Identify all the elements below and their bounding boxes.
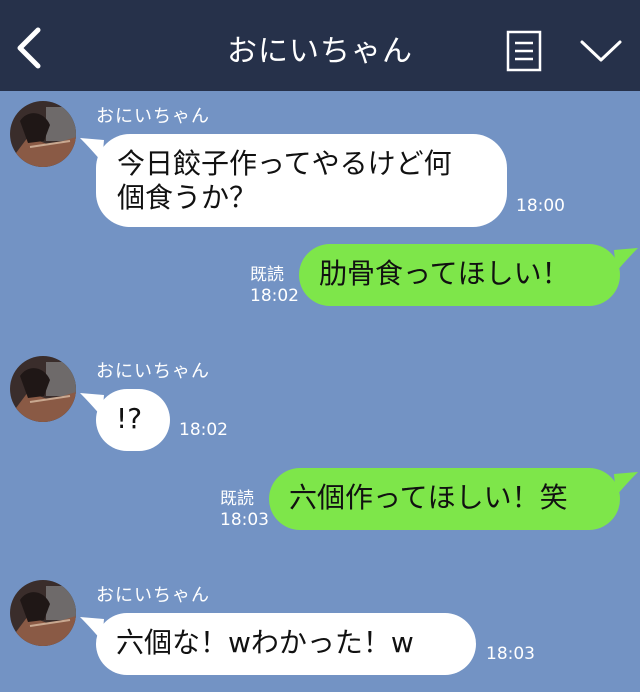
message-text: 肋骨食ってほしい！ [319,257,570,290]
message-text: !? [116,402,143,435]
message-time: 18:00 [516,196,565,216]
message-text: 今日餃子作ってやるけど何 個食うか？ [117,147,452,214]
avatar-photo-icon [10,356,76,422]
avatar[interactable] [10,356,76,422]
message-time: 18:03 [486,644,535,664]
message-bubble[interactable]: 今日餃子作ってやるけど何 個食うか？ [80,134,507,227]
bubble-tail [80,393,104,417]
sender-name: おにいちゃん [96,361,210,382]
message-text: 六個作ってほしい！笑 [289,481,568,514]
message-bubble[interactable]: 六個作ってほしい！笑 [269,468,638,530]
sender-name: おにいちゃん [96,585,210,606]
expand-button[interactable] [578,36,624,66]
notes-menu-icon [506,30,542,72]
avatar[interactable] [10,580,76,646]
sender-name: おにいちゃん [96,106,210,127]
chat-title: おにいちゃん [227,34,413,69]
message-bubble[interactable]: 六個な！wわかった！w [80,613,476,675]
message-time: 18:02 [179,420,228,440]
message-text: 六個な！wわかった！w [116,626,414,659]
bubble-tail [80,617,104,641]
message-bubble[interactable]: 肋骨食ってほしい！ [299,244,638,306]
read-receipt: 既読 [250,265,284,285]
message-bubble[interactable]: !? [80,389,170,451]
message-time: 18:03 [220,510,269,530]
message-meta: 既読 18:02 [250,265,299,307]
read-receipt: 既読 [220,489,254,509]
bubble-tail [80,138,104,162]
avatar[interactable] [10,101,76,167]
avatar-photo-icon [10,580,76,646]
chat-header: おにいちゃん [0,0,640,91]
avatar-photo-icon [10,101,76,167]
message-time: 18:02 [250,286,299,306]
chevron-down-icon [580,40,622,62]
notes-button[interactable] [506,30,544,72]
message-meta: 既読 18:03 [220,489,269,531]
